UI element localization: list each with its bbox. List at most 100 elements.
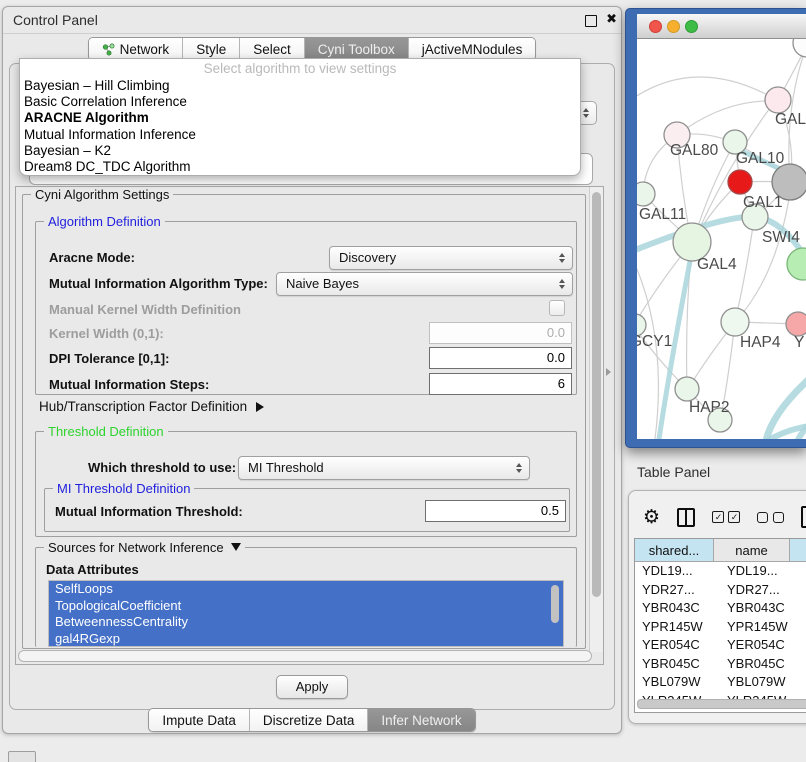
column-header-col3[interactable] [790,539,806,561]
table-row-ybr045c[interactable]: YBR045CYBR045C9. [635,655,806,674]
network-canvas[interactable]: GALGAL80GAL10GAL1GAL11SWI4GAL4GCY1HAP4YH… [637,39,806,439]
columns-icon[interactable] [677,508,695,527]
cyni-algorithm-settings-title: Cyni Algorithm Settings [31,187,173,202]
tab-discretize-data[interactable]: Discretize Data [249,709,368,731]
network-edge[interactable] [677,101,775,135]
float-icon[interactable] [585,15,597,27]
control-panel-titlebar: Control Panel ✖ [3,7,621,34]
aracne-mode-label: Aracne Mode: [49,250,135,265]
tab-style[interactable]: Style [182,38,239,60]
mi-threshold-field[interactable]: 0.5 [425,500,566,522]
hub-definition-expander[interactable]: Hub/Transcription Factor Definition [39,399,264,414]
dpi-tolerance-label: DPI Tolerance [0,1]: [49,351,169,366]
dropdown-item-basic-correlation-inference[interactable]: Basic Correlation Inference [20,94,580,110]
attribute-item-selfloops[interactable]: SelfLoops [49,581,563,598]
network-window-titlebar[interactable] [637,14,806,39]
cyni-algorithm-settings-group: Cyni Algorithm Settings Algorithm Defini… [22,194,586,649]
tab-select[interactable]: Select [239,38,304,60]
attribute-item-betweennesscentrality[interactable]: BetweennessCentrality [49,614,563,631]
network-node-y[interactable] [786,312,806,336]
control-panel-window: Control Panel ✖ NetworkStyleSelectCyni T… [2,6,622,734]
mi-threshold-definition-title: MI Threshold Definition [53,481,194,496]
deselect-all-checkboxes-icon[interactable] [757,512,784,523]
settings-horizontal-scrollbar[interactable] [18,650,592,662]
network-node[interactable] [793,39,806,57]
network-node-hap2[interactable] [675,377,699,401]
network-node-gal11[interactable] [637,182,655,206]
node-label-gal10: GAL10 [736,150,785,167]
dropdown-item-bayesian-hill-climbing[interactable]: Bayesian – Hill Climbing [20,78,580,94]
tab-impute-data[interactable]: Impute Data [149,709,249,731]
combo-stepper-icon [583,108,589,118]
data-attributes-label: Data Attributes [46,562,139,577]
table-row-yer054c[interactable]: YER054CYER054C8. [635,636,806,655]
table-row-ydl19[interactable]: YDL19...YDL19...13 [635,562,806,581]
network-view-window: GALGAL80GAL10GAL1GAL11SWI4GAL4GCY1HAP4YH… [625,8,806,448]
settings-vertical-scrollbar[interactable] [589,187,603,652]
kernel-width-field[interactable]: 0.0 [429,322,572,344]
dropdown-item-dream8-dc-tdc-algorithm[interactable]: Dream8 DC_TDC Algorithm [20,159,580,175]
sources-title[interactable]: Sources for Network Inference [44,540,245,555]
export-table-icon[interactable] [801,506,806,528]
column-header-name[interactable]: name [714,539,790,561]
network-edge[interactable] [637,77,775,99]
aracne-mode-select[interactable]: Discovery [329,246,573,270]
tab-jactivemnodules[interactable]: jActiveMNodules [408,38,536,60]
network-node-hap4[interactable] [721,308,749,336]
manual-kernel-width-checkbox[interactable] [549,300,565,316]
table-row-ybr043c[interactable]: YBR043CYBR043C [635,599,806,618]
combo-stepper-icon [559,253,565,263]
network-edge[interactable] [735,219,754,322]
network-edge-highlighted[interactable] [795,401,806,439]
node-label-gal11: GAL11 [639,206,686,223]
node-label-hap4: HAP4 [740,334,781,351]
dropdown-item-mutual-information-inference[interactable]: Mutual Information Inference [20,127,580,143]
attributes-list-scrollbar[interactable] [550,584,561,643]
table-row-ybl079w[interactable]: YBL079WYBL079W [635,673,806,692]
tab-cyni-toolbox[interactable]: Cyni Toolbox [304,38,408,60]
manual-kernel-width-label: Manual Kernel Width Definition [49,302,241,317]
network-node-gal1[interactable] [728,170,752,194]
node-label-hap2: HAP2 [689,399,730,416]
network-node-gal[interactable] [765,87,791,113]
panel-splitter-handle[interactable] [606,368,611,376]
node-label-gal80: GAL80 [670,142,719,159]
close-icon[interactable]: ✖ [606,11,617,27]
table-panel: ⚙ ✓✓ shared...name YDL19...YDL19...13YDR… [628,490,806,724]
kernel-width-label: Kernel Width (0,1): [49,326,164,341]
threshold-definition-group: Threshold Definition Which threshold to … [35,431,577,537]
select-all-checkboxes-icon[interactable]: ✓✓ [712,511,740,523]
bottom-left-button[interactable] [8,751,36,762]
node-label-gal1: GAL1 [743,194,783,211]
tab-infer-network[interactable]: Infer Network [367,709,474,731]
screen: Control Panel ✖ NetworkStyleSelectCyni T… [0,0,806,762]
gear-icon[interactable]: ⚙ [643,508,660,527]
dropdown-item-bayesian-k2[interactable]: Bayesian – K2 [20,143,580,159]
mi-algorithm-type-label: Mutual Information Algorithm Type: [49,276,268,291]
table-row-ypr145w[interactable]: YPR145WYPR145W9. [635,618,806,637]
dropdown-item-aracne-algorithm[interactable]: ARACNE Algorithm [20,110,580,126]
table-row-yil052c[interactable]: YIL052CYIL052C9 [635,710,806,713]
zoom-traffic-light-icon[interactable] [685,20,698,33]
attribute-item-topologicalcoefficient[interactable]: TopologicalCoefficient [49,598,563,615]
network-node[interactable] [787,248,806,280]
table-horizontal-scrollbar[interactable] [637,699,806,709]
mi-steps-field[interactable]: 6 [429,373,572,395]
close-traffic-light-icon[interactable] [649,20,662,33]
minimize-traffic-light-icon[interactable] [667,20,680,33]
node-label-gcy1: GCY1 [637,333,672,350]
table-row-ydr27[interactable]: YDR27...YDR27...12 [635,581,806,600]
node-label-gal4: GAL4 [697,256,737,273]
tab-network[interactable]: Network [89,38,183,60]
node-table: shared...name YDL19...YDL19...13YDR27...… [634,538,806,713]
dpi-tolerance-field[interactable]: 0.0 [429,347,572,369]
which-threshold-select[interactable]: MI Threshold [238,456,530,480]
apply-button[interactable]: Apply [276,675,348,699]
algorithm-dropdown-popup: Select algorithm to view settings Bayesi… [19,58,581,176]
attribute-item-gal4rgexp[interactable]: gal4RGexp [49,631,563,648]
dropdown-placeholder: Select algorithm to view settings [20,59,580,78]
column-header-shared[interactable]: shared... [635,539,714,561]
control-panel-title: Control Panel [13,12,98,28]
mi-threshold-label: Mutual Information Threshold: [55,504,243,519]
mi-algorithm-type-select[interactable]: Naive Bayes [276,272,573,296]
